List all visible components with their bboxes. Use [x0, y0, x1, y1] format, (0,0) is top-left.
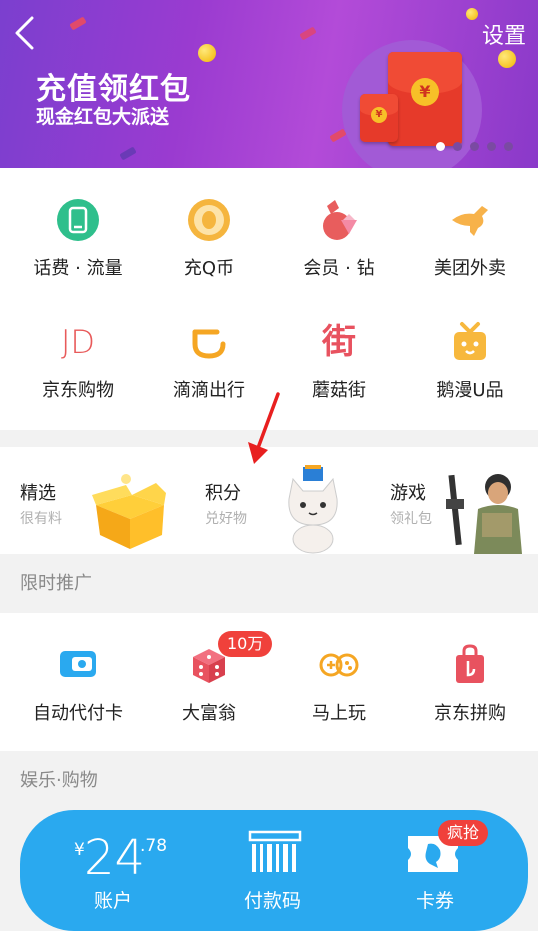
paycode-button[interactable]: 付款码 [220, 810, 330, 931]
service-label: 充Q币 [183, 258, 235, 279]
settings-button[interactable]: 设置 [482, 18, 526, 50]
coupon-button[interactable]: 疯抢 卡券 [386, 810, 516, 931]
account-label: 账户 [94, 890, 133, 912]
promo-monopoly[interactable]: 10万 大富翁 [142, 631, 276, 725]
barcode-icon [248, 830, 302, 872]
red-envelope-icon: ¥ [360, 94, 398, 142]
service-label: 蘑菇街 [312, 380, 366, 401]
promo-label: 京东拼购 [434, 703, 506, 724]
gift-box-illustration [92, 474, 166, 549]
gift-box-icon [448, 320, 492, 364]
section-entertainment-header: 娱乐·购物 [0, 752, 538, 810]
annotation-arrow [248, 392, 280, 464]
feature-youxi[interactable]: 游戏 领礼包 [370, 447, 538, 554]
mogujie-icon: 街 [322, 322, 356, 362]
kangaroo-icon [448, 198, 492, 242]
service-emanu[interactable]: 鹅漫U品 [403, 320, 537, 402]
section-limited-header: 限时推广 [0, 555, 538, 613]
confetti-decoration [119, 146, 137, 161]
carousel-dot[interactable] [436, 142, 445, 151]
carousel-dot[interactable] [504, 142, 513, 151]
service-meituan[interactable]: 美团外卖 [403, 198, 537, 280]
gamepad-icon [317, 643, 361, 687]
feature-jingxuan[interactable]: 精选 很有料 [0, 447, 180, 554]
coin-decoration [498, 50, 516, 68]
feature-title: 积分 [205, 483, 241, 504]
paycode-label: 付款码 [244, 890, 302, 912]
feature-title: 精选 [20, 483, 56, 504]
service-jd[interactable]: JD 京东购物 [11, 320, 145, 402]
didi-icon [187, 320, 231, 364]
feature-subtitle: 兑好物 [205, 511, 247, 527]
service-grid: 话费 · 流量 充Q币 会员 · 钻 美团外卖 JD 京东购物 滴滴出行 街 蘑… [0, 168, 538, 430]
promo-banner[interactable]: 设置 充值领红包 现金红包大派送 ¥ ¥ [0, 0, 538, 168]
service-mogujie[interactable]: 街 蘑菇街 [272, 320, 406, 402]
service-qcoin[interactable]: 充Q币 [142, 198, 276, 280]
service-label: 话费 · 流量 [33, 258, 123, 279]
balance-decimal: .78 [140, 836, 168, 856]
confetti-decoration [329, 128, 347, 143]
red-envelope-icon: ¥ [388, 52, 462, 146]
qq-coin-icon [187, 198, 231, 242]
promo-jd-group[interactable]: 京东拼购 [403, 643, 537, 725]
service-label: 美团外卖 [434, 258, 506, 279]
carousel-dot[interactable] [487, 142, 496, 151]
balance-integer: 24 [84, 830, 146, 886]
coupon-label: 卡券 [416, 890, 455, 912]
carousel-dot[interactable] [470, 142, 479, 151]
promo-autopay[interactable]: 自动代付卡 [11, 643, 145, 725]
coin-decoration [466, 8, 478, 20]
jd-logo-icon: JD [60, 323, 96, 361]
promo-badge: 10万 [218, 631, 273, 657]
balance-display: ¥ 24 .78 [74, 828, 184, 886]
promo-label: 大富翁 [182, 703, 236, 724]
diamond-member-icon [317, 198, 361, 242]
coupon-badge: 疯抢 [438, 820, 489, 846]
promo-label: 马上玩 [312, 703, 366, 724]
feature-subtitle: 很有料 [20, 511, 62, 527]
carousel-dot[interactable] [453, 142, 462, 151]
shopping-bag-icon [448, 643, 492, 687]
service-label: 京东购物 [42, 380, 114, 401]
carousel-indicator [436, 142, 513, 151]
confetti-decoration [69, 16, 87, 31]
cat-mascot-illustration [288, 465, 338, 554]
service-phone-data[interactable]: 话费 · 流量 [11, 198, 145, 280]
confetti-decoration [299, 26, 317, 41]
promo-grid: 自动代付卡 10万 大富翁 马上玩 京东拼购 [0, 613, 538, 751]
wallet-bottom-bar: ¥ 24 .78 账户 付款码 疯抢 卡券 [20, 810, 528, 931]
service-label: 会员 · 钻 [303, 258, 375, 279]
feature-title: 游戏 [390, 483, 426, 504]
coin-decoration [198, 44, 216, 62]
promo-play-now[interactable]: 马上玩 [272, 643, 406, 725]
game-character-illustration [446, 474, 522, 554]
account-button[interactable]: ¥ 24 .78 账户 [54, 810, 184, 931]
promo-label: 自动代付卡 [33, 703, 123, 724]
service-label: 鹅漫U品 [436, 380, 504, 401]
phone-icon [56, 198, 100, 242]
service-member-diamond[interactable]: 会员 · 钻 [272, 198, 406, 280]
feature-subtitle: 领礼包 [390, 511, 432, 527]
service-didi[interactable]: 滴滴出行 [142, 320, 276, 402]
banner-subtitle: 现金红包大派送 [36, 106, 170, 128]
autopay-card-icon [56, 643, 100, 687]
back-arrow-icon[interactable] [12, 16, 40, 50]
